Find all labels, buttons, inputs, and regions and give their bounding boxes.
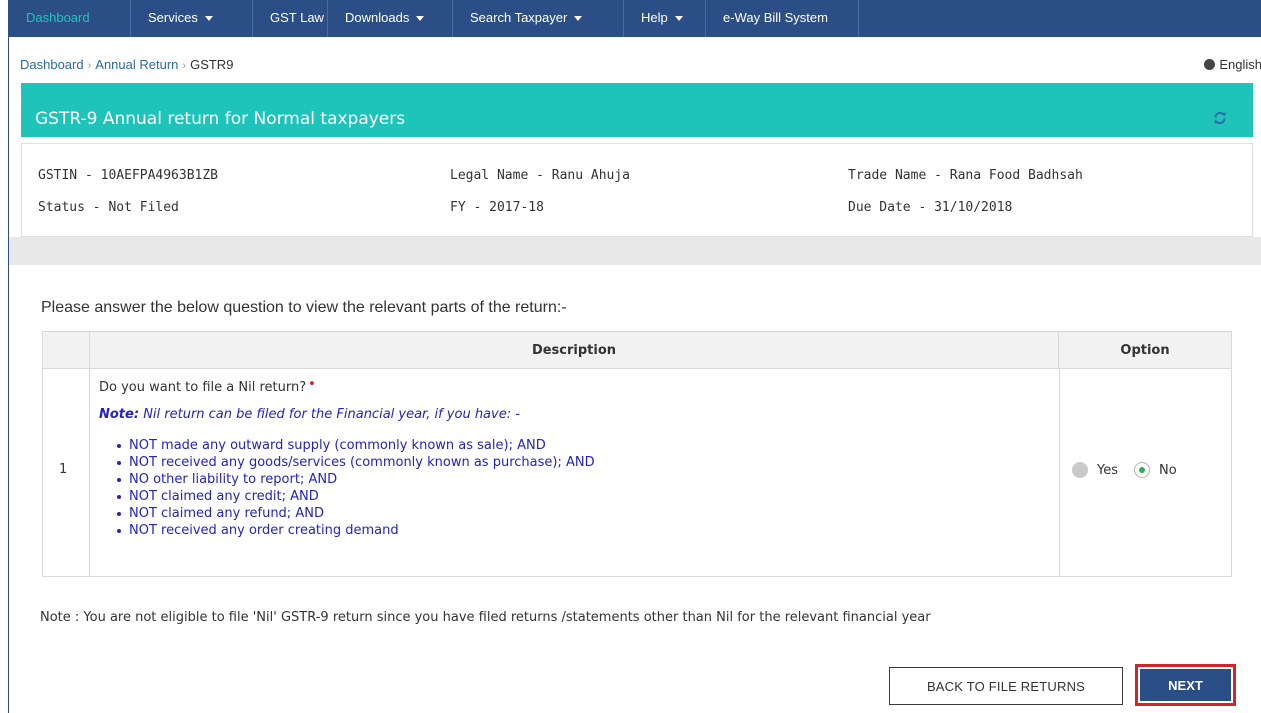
breadcrumb-separator-icon: › bbox=[87, 60, 92, 72]
column-divider bbox=[89, 369, 90, 577]
conditions-list: NOT made any outward supply (commonly kn… bbox=[117, 437, 595, 539]
taxpayer-info-card: GSTIN - 10AEFPA4963B1ZB Legal Name - Ran… bbox=[21, 143, 1253, 237]
list-item: NOT claimed any credit; AND bbox=[117, 488, 595, 505]
legal-name-value: Legal Name - Ranu Ahuja bbox=[450, 168, 631, 183]
page-title-bar: GSTR-9 Annual return for Normal taxpayer… bbox=[21, 83, 1253, 137]
nav-eway-bill[interactable]: e-Way Bill System bbox=[706, 0, 859, 37]
list-item: NOT received any goods/services (commonl… bbox=[117, 454, 595, 471]
breadcrumb-current: GSTR9 bbox=[190, 57, 234, 72]
list-item: NOT received any order creating demand bbox=[117, 522, 595, 539]
next-button-highlight: NEXT bbox=[1135, 664, 1236, 706]
refresh-icon[interactable] bbox=[1213, 111, 1227, 125]
breadcrumb-separator-icon: › bbox=[182, 60, 187, 72]
header-option: Option bbox=[1120, 343, 1170, 358]
question-intro: Please answer the below question to view… bbox=[41, 299, 567, 316]
radio-no[interactable] bbox=[1134, 462, 1150, 478]
nav-services[interactable]: Services bbox=[131, 0, 253, 37]
row-number: 1 bbox=[59, 462, 68, 477]
trade-name-value: Trade Name - Rana Food Badhsah bbox=[848, 168, 1083, 183]
list-item: NO other liability to report; AND bbox=[117, 471, 595, 488]
globe-icon bbox=[1204, 59, 1216, 70]
breadcrumb-annual-return[interactable]: Annual Return bbox=[95, 57, 178, 72]
nil-return-table: Description Option 1 Do you want to file… bbox=[42, 331, 1232, 577]
header-description: Description bbox=[89, 332, 1059, 369]
breadcrumb-dashboard[interactable]: Dashboard bbox=[20, 57, 84, 72]
due-date-value: Due Date - 31/10/2018 bbox=[848, 200, 1013, 215]
column-divider bbox=[1059, 369, 1060, 577]
nil-return-options: Yes No bbox=[1072, 462, 1177, 478]
nav-help[interactable]: Help bbox=[624, 0, 706, 37]
back-to-file-returns-button[interactable]: BACK TO FILE RETURNS bbox=[889, 667, 1123, 705]
nav-downloads[interactable]: Downloads bbox=[328, 0, 453, 37]
nav-dashboard[interactable]: Dashboard bbox=[9, 0, 131, 37]
chevron-down-icon bbox=[574, 16, 583, 21]
chevron-down-icon bbox=[416, 16, 425, 21]
list-item: NOT claimed any refund; AND bbox=[117, 505, 595, 522]
radio-no-label: No bbox=[1159, 462, 1177, 478]
nav-gst-law[interactable]: GST Law bbox=[253, 0, 328, 37]
list-item: NOT made any outward supply (commonly kn… bbox=[117, 437, 595, 454]
section-divider bbox=[9, 237, 1261, 265]
note-text: Nil return can be filed for the Financia… bbox=[143, 407, 520, 422]
nil-return-question: Do you want to file a Nil return? • bbox=[99, 377, 316, 395]
chevron-down-icon bbox=[204, 16, 213, 21]
language-label: English bbox=[1219, 57, 1261, 72]
radio-yes-label: Yes bbox=[1097, 462, 1118, 478]
question-text: Do you want to file a Nil return? bbox=[99, 380, 307, 395]
required-marker: • bbox=[308, 377, 316, 392]
eligibility-note: Note : You are not eligible to file 'Nil… bbox=[40, 610, 931, 625]
nav-search-taxpayer[interactable]: Search Taxpayer bbox=[453, 0, 624, 37]
next-button[interactable]: NEXT bbox=[1140, 669, 1231, 701]
nil-return-note: Note: Nil return can be filed for the Fi… bbox=[99, 407, 520, 422]
language-selector[interactable]: English bbox=[1204, 57, 1261, 72]
top-navigation: Dashboard Services GST Law Downloads Sea… bbox=[9, 0, 1261, 37]
fy-value: FY - 2017-18 bbox=[450, 200, 544, 215]
app-frame: Dashboard Services GST Law Downloads Sea… bbox=[8, 0, 1261, 713]
table-header: Description Option bbox=[43, 332, 1231, 369]
breadcrumb: Dashboard › Annual Return › GSTR9 bbox=[20, 57, 233, 72]
page-title: GSTR-9 Annual return for Normal taxpayer… bbox=[35, 109, 406, 129]
chevron-down-icon bbox=[674, 16, 683, 21]
radio-yes[interactable] bbox=[1072, 462, 1088, 478]
gstin-value: GSTIN - 10AEFPA4963B1ZB bbox=[38, 168, 219, 183]
status-value: Status - Not Filed bbox=[38, 200, 179, 215]
note-label: Note: bbox=[99, 407, 140, 422]
